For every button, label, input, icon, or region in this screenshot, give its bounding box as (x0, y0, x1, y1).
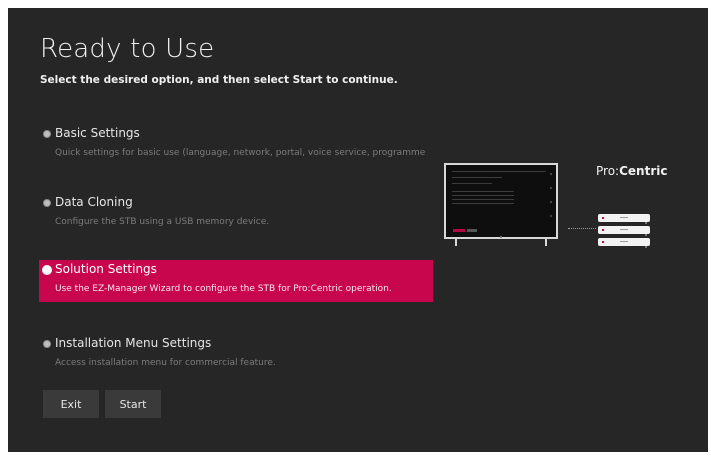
option-solution-settings[interactable]: Solution Settings Use the EZ-Manager Wiz… (39, 260, 433, 302)
tv-stand (545, 239, 547, 246)
radio-icon (43, 199, 51, 207)
option-description: Use the EZ-Manager Wizard to configure t… (55, 284, 392, 294)
procentric-logo: Pro:Centric (596, 164, 668, 178)
radio-icon (43, 340, 51, 348)
tv-stand (455, 239, 457, 246)
tv-illustration-icon (444, 163, 558, 239)
option-label: Basic Settings (55, 126, 140, 140)
page-subtitle: Select the desired option, and then sele… (40, 74, 398, 86)
option-basic-settings[interactable]: Basic Settings Quick settings for basic … (39, 124, 433, 166)
start-button[interactable]: Start (105, 390, 161, 418)
option-description: Quick settings for basic use (language, … (55, 148, 427, 158)
option-label: Solution Settings (55, 262, 157, 276)
option-installation-menu-settings[interactable]: Installation Menu Settings Access instal… (39, 334, 433, 376)
connection-line (568, 228, 596, 229)
stb-device-icon (598, 226, 650, 236)
option-description: Access installation menu for commercial … (55, 358, 276, 368)
stb-device-icon (598, 238, 650, 248)
radio-selected-icon (43, 266, 51, 274)
option-label: Installation Menu Settings (55, 336, 212, 350)
stb-device-icon (598, 214, 650, 224)
option-description: Configure the STB using a USB memory dev… (55, 217, 270, 227)
radio-icon (43, 130, 51, 138)
option-data-cloning[interactable]: Data Cloning Configure the STB using a U… (39, 193, 433, 235)
exit-button[interactable]: Exit (43, 390, 99, 418)
page-title: Ready to Use (40, 34, 215, 64)
ready-to-use-screen: Ready to Use Select the desired option, … (8, 8, 708, 452)
option-label: Data Cloning (55, 195, 133, 209)
